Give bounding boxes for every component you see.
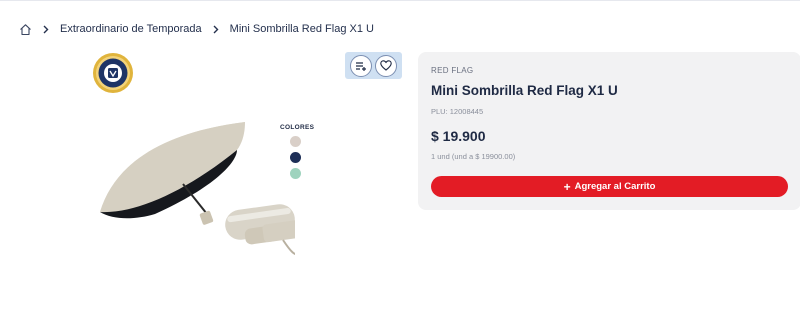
- product-brand: RED FLAG: [431, 66, 474, 75]
- home-icon[interactable]: [18, 22, 32, 36]
- color-swatch-beige[interactable]: [289, 136, 301, 147]
- product-media: COLORES: [80, 52, 402, 262]
- product-info-panel: RED FLAG Mini Sombrilla Red Flag X1 U PL…: [418, 52, 800, 210]
- heart-icon[interactable]: [375, 54, 398, 77]
- chevron-right-icon: [212, 24, 220, 34]
- product-title: Mini Sombrilla Red Flag X1 U: [431, 83, 618, 98]
- add-to-list-icon[interactable]: [349, 54, 372, 77]
- breadcrumb: Extraordinario de Temporada Mini Sombril…: [18, 21, 374, 37]
- chevron-right-icon: [42, 24, 50, 34]
- add-to-cart-label: Agregar al Carrito: [574, 181, 656, 192]
- breadcrumb-link-category[interactable]: Extraordinario de Temporada: [60, 23, 202, 35]
- breadcrumb-current: Mini Sombrilla Red Flag X1 U: [229, 23, 374, 35]
- product-image: [95, 112, 304, 262]
- plus-icon: +: [563, 179, 571, 194]
- add-to-cart-button[interactable]: + Agregar al Carrito: [431, 176, 788, 197]
- color-swatch-mint[interactable]: [289, 168, 301, 179]
- unit-price: 1 und (und a $ 19900.00): [431, 152, 516, 161]
- product-price: $ 19.900: [431, 128, 486, 144]
- color-swatch-navy[interactable]: [289, 152, 301, 163]
- product-plu: PLU: 12008445: [431, 107, 484, 116]
- color-options: COLORES: [280, 124, 315, 179]
- product-actions: [345, 52, 402, 79]
- seal-badge-icon: [92, 52, 134, 94]
- header-divider: [0, 0, 800, 1]
- colors-label: COLORES: [280, 124, 315, 131]
